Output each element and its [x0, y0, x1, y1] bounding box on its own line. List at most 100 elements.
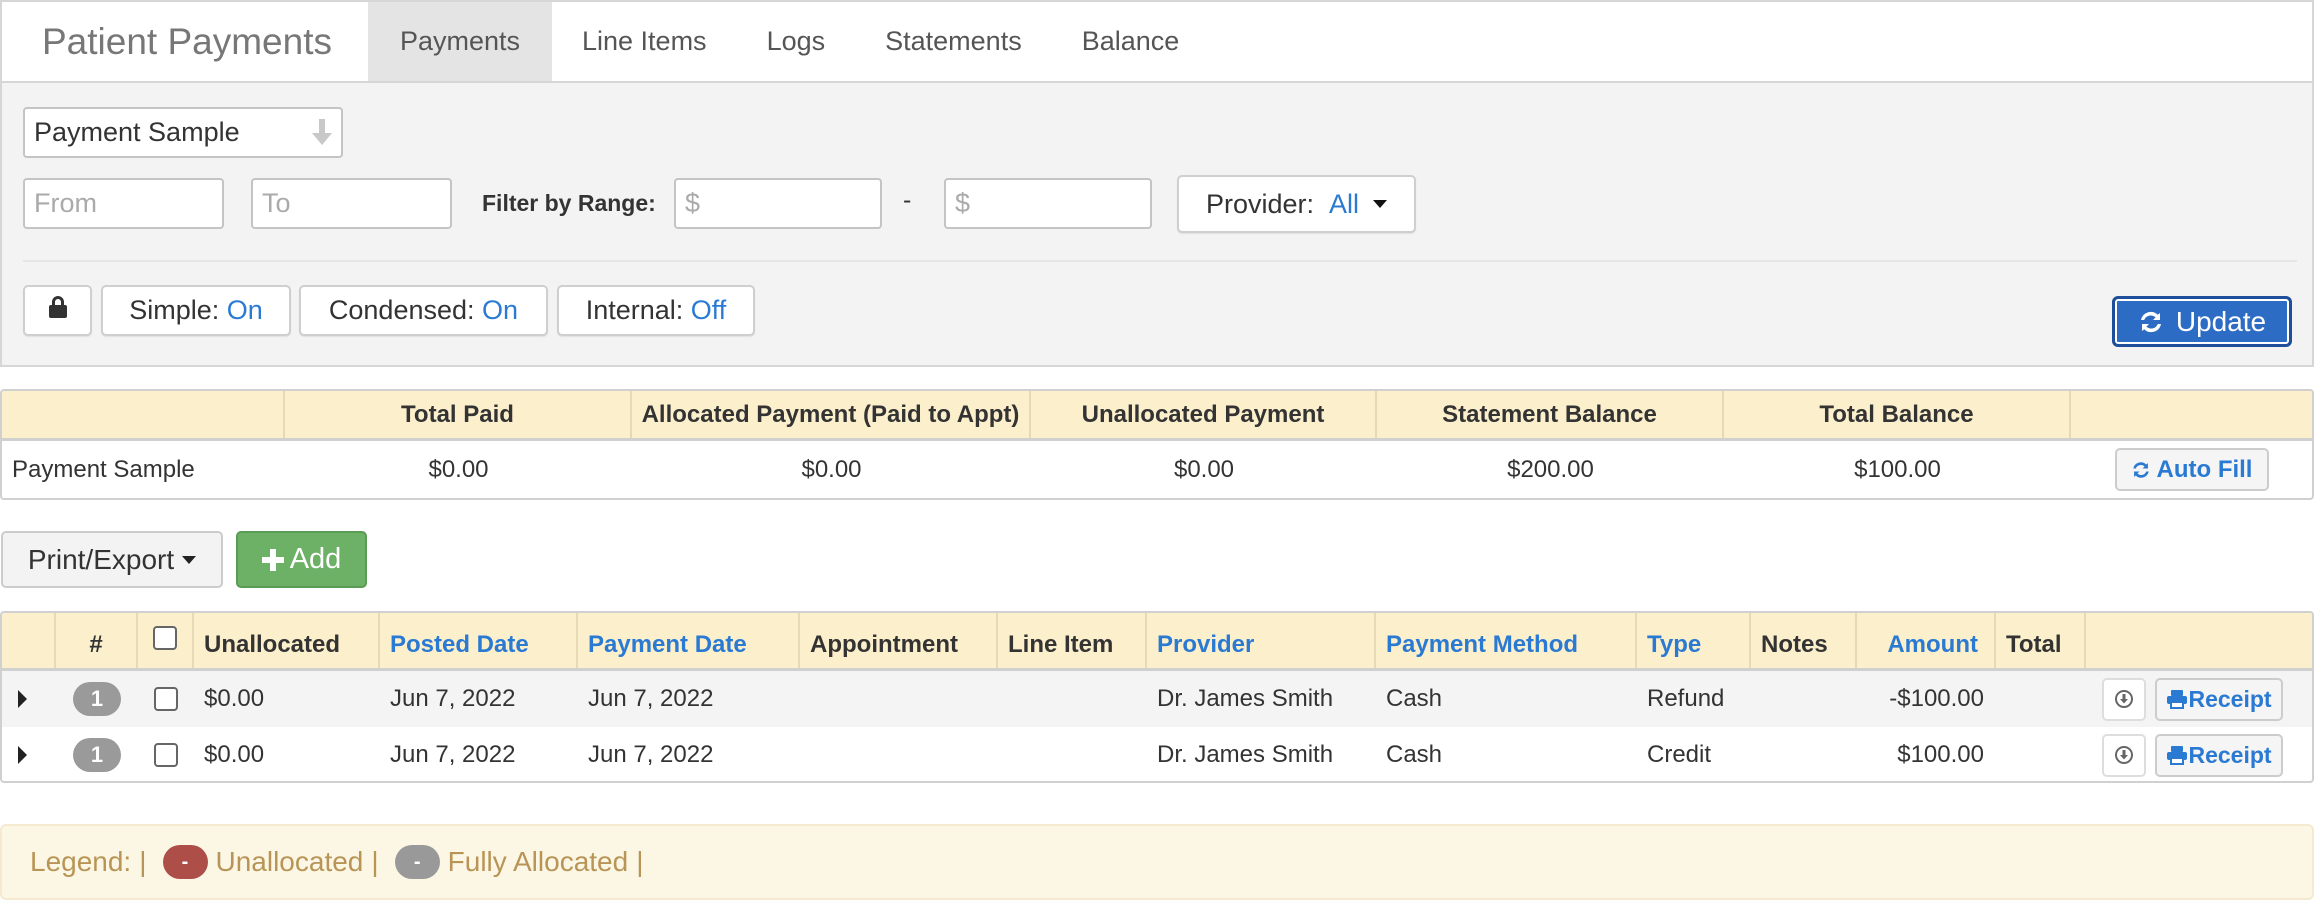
patient-select-value: Payment Sample	[34, 117, 240, 147]
caret-down-icon	[182, 555, 197, 564]
legend-item-fully-allocated: Fully Allocated	[447, 846, 629, 877]
receipt-button[interactable]: Receipt	[2155, 677, 2283, 721]
print-export-label: Print/Export	[27, 543, 175, 575]
receipt-button[interactable]: Receipt	[2155, 733, 2283, 777]
legend-item-unallocated: Unallocated	[215, 846, 364, 877]
header-payment-date[interactable]: Payment Date	[578, 613, 800, 668]
header-posted-date[interactable]: Posted Date	[380, 613, 578, 668]
print-export-button[interactable]: Print/Export	[1, 531, 223, 588]
caret-down-icon	[1373, 200, 1388, 208]
summary-statement-balance: $200.00	[1507, 455, 1594, 483]
legend-separator: |	[139, 846, 147, 877]
caret-right-icon[interactable]	[18, 690, 27, 708]
appointment-cell	[800, 671, 998, 727]
row-checkbox[interactable]	[154, 687, 178, 711]
internal-toggle[interactable]: Internal: Off	[557, 285, 755, 336]
download-button[interactable]	[2102, 677, 2146, 721]
arrow-down-icon	[311, 119, 333, 152]
amount-cell: -$100.00	[1889, 685, 1984, 712]
summary-actions: Auto Fill	[2071, 441, 2312, 498]
payment-row[interactable]: 1 $0.00 Jun 7, 2022 Jun 7, 2022 Dr. Jame…	[2, 727, 2312, 781]
condensed-toggle-value: On	[482, 295, 519, 325]
range-min-input[interactable]	[674, 178, 882, 229]
summary-total-paid: $0.00	[428, 455, 489, 483]
download-circle-icon	[2114, 745, 2134, 765]
type-cell: Credit	[1647, 741, 1712, 768]
type-cell: Refund	[1647, 685, 1725, 712]
range-max-input[interactable]	[944, 178, 1152, 229]
update-button[interactable]: Update	[2112, 296, 2292, 347]
allocation-badge: 1	[73, 738, 121, 772]
expand-cell[interactable]	[2, 727, 56, 781]
header-notes: Notes	[1751, 613, 1857, 668]
lock-button[interactable]	[23, 285, 92, 336]
payment-date-cell: Jun 7, 2022	[588, 685, 714, 712]
summary-header: Total Paid Allocated Payment (Paid to Ap…	[2, 391, 2312, 441]
provider-label: Provider:	[1205, 188, 1314, 219]
row-actions: Receipt	[2086, 671, 2312, 727]
posted-date-cell: Jun 7, 2022	[390, 741, 516, 768]
legend-separator: |	[636, 846, 644, 877]
to-date-input[interactable]	[251, 178, 452, 229]
header-payment-method[interactable]: Payment Method	[1376, 613, 1637, 668]
legend-label: Legend:	[30, 846, 132, 877]
total-cell	[1996, 671, 2086, 727]
auto-fill-label: Auto Fill	[2156, 455, 2253, 483]
summary-patient-name: Payment Sample	[12, 455, 195, 483]
refresh-icon	[2131, 460, 2151, 480]
tab-logs[interactable]: Logs	[737, 2, 856, 81]
caret-right-icon[interactable]	[18, 746, 27, 764]
filter-divider	[23, 260, 2297, 262]
summary-header-allocated: Allocated Payment (Paid to Appt)	[632, 391, 1031, 438]
top-navbar: Patient Payments Payments Line Items Log…	[0, 0, 2314, 83]
add-payment-button[interactable]: Add	[236, 531, 367, 588]
filter-panel: Payment Sample Filter by Range: - Provid…	[0, 83, 2314, 367]
header-total: Total	[1996, 613, 2086, 668]
auto-fill-button[interactable]: Auto Fill	[2114, 448, 2269, 491]
row-checkbox[interactable]	[154, 743, 178, 767]
from-date-input[interactable]	[23, 178, 224, 229]
provider-dropdown[interactable]: Provider: All	[1177, 175, 1416, 233]
line-item-cell	[998, 727, 1147, 781]
payments-header: # Unallocated Posted Date Payment Date A…	[2, 613, 2312, 671]
header-type[interactable]: Type	[1637, 613, 1751, 668]
header-expand	[2, 613, 56, 668]
tab-statements[interactable]: Statements	[855, 2, 1052, 81]
app-title: Patient Payments	[42, 20, 332, 62]
update-label: Update	[2175, 305, 2267, 337]
line-item-cell	[998, 671, 1147, 727]
download-circle-icon	[2114, 689, 2134, 709]
simple-toggle[interactable]: Simple: On	[101, 285, 291, 336]
select-cell	[138, 671, 194, 727]
total-cell	[1996, 727, 2086, 781]
tab-balance[interactable]: Balance	[1052, 2, 1210, 81]
summary-header-unallocated: Unallocated Payment	[1031, 391, 1377, 438]
payment-date-cell: Jun 7, 2022	[588, 741, 714, 768]
condensed-toggle[interactable]: Condensed: On	[299, 285, 548, 336]
notes-cell	[1751, 727, 1857, 781]
legend-separator: |	[371, 846, 379, 877]
header-amount[interactable]: Amount	[1857, 613, 1996, 668]
patient-select[interactable]: Payment Sample	[23, 107, 343, 158]
header-number: #	[56, 613, 138, 668]
summary-allocated: $0.00	[801, 455, 862, 483]
select-all-checkbox[interactable]	[153, 625, 177, 650]
legend: Legend: | - Unallocated | - Fully Alloca…	[0, 824, 2314, 900]
internal-toggle-value: Off	[690, 295, 727, 325]
summary-row: Payment Sample $0.00 $0.00 $0.00 $200.00…	[2, 441, 2312, 498]
summary-table: Total Paid Allocated Payment (Paid to Ap…	[0, 389, 2314, 500]
header-line-item: Line Item	[998, 613, 1147, 668]
expand-cell[interactable]	[2, 671, 56, 727]
summary-total-balance: $100.00	[1854, 455, 1941, 483]
tab-line-items[interactable]: Line Items	[552, 2, 737, 81]
tab-payments[interactable]: Payments	[368, 2, 552, 81]
filter-range-label: Filter by Range:	[482, 190, 656, 216]
plus-icon	[261, 548, 284, 571]
summary-header-total-paid: Total Paid	[285, 391, 632, 438]
notes-cell	[1751, 671, 1857, 727]
download-button[interactable]	[2102, 733, 2146, 777]
payment-row[interactable]: 1 $0.00 Jun 7, 2022 Jun 7, 2022 Dr. Jame…	[2, 671, 2312, 727]
lock-icon	[48, 295, 68, 326]
legend-badge-fully-allocated: -	[394, 845, 440, 879]
header-provider[interactable]: Provider	[1147, 613, 1376, 668]
